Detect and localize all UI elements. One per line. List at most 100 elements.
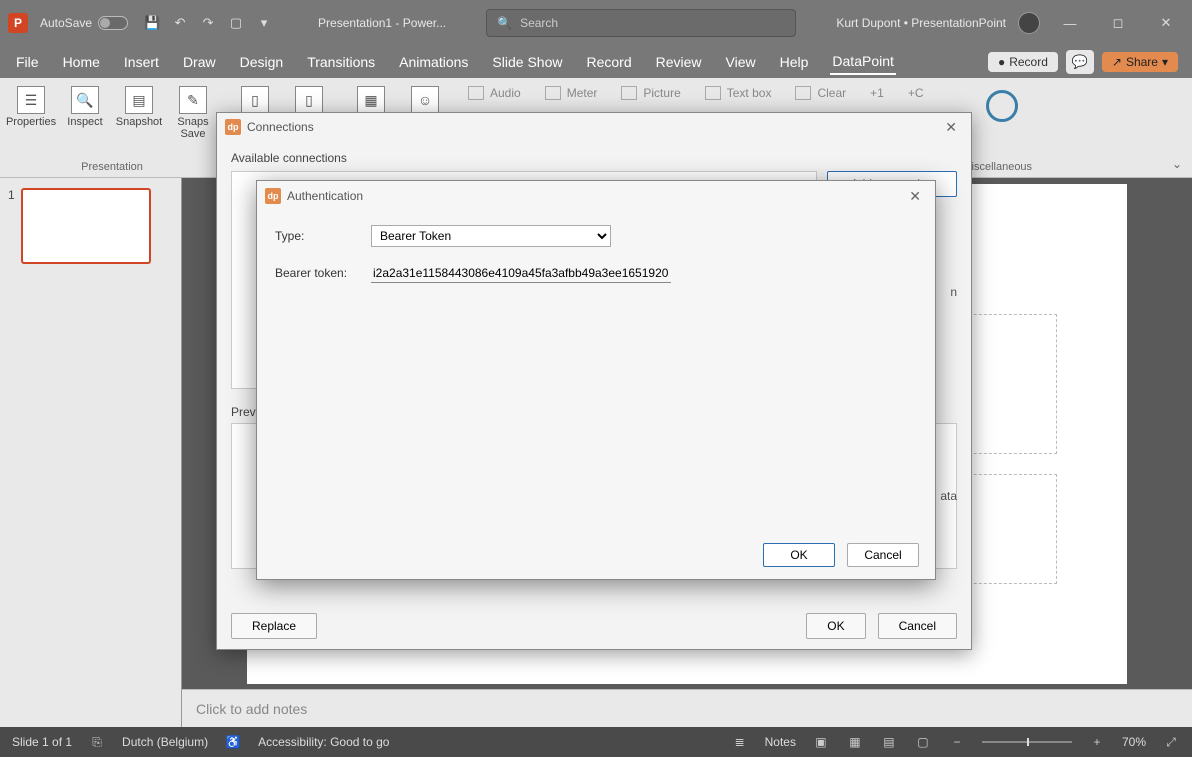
inspect-icon: 🔍 <box>71 86 99 114</box>
normal-view-icon[interactable]: ▣ <box>812 735 830 749</box>
record-button[interactable]: ● Record <box>988 52 1058 72</box>
close-button[interactable]: ✕ <box>1148 8 1184 38</box>
title-bar: P AutoSave 💾 ↶ ↷ ▢ ▾ Presentation1 - Pow… <box>0 0 1192 46</box>
misc-label: iscellaneous <box>972 161 1033 175</box>
plus1-button[interactable]: +1 <box>866 84 888 102</box>
notes-icon[interactable]: ≣ <box>731 735 749 749</box>
save-icon[interactable]: 💾 <box>142 14 162 32</box>
tab-datapoint[interactable]: DataPoint <box>830 49 895 75</box>
inspect-button[interactable]: 🔍Inspect <box>60 82 110 144</box>
properties-button[interactable]: ☰Properties <box>6 82 56 144</box>
search-input[interactable]: 🔍 Search <box>486 9 796 37</box>
toggle-icon[interactable] <box>98 16 128 30</box>
tab-insert[interactable]: Insert <box>122 50 161 74</box>
zoom-value[interactable]: 70% <box>1122 735 1146 749</box>
dp-icon: dp <box>265 188 281 204</box>
audio-icon <box>468 86 484 100</box>
type-label: Type: <box>275 229 371 243</box>
replace-button[interactable]: Replace <box>231 613 317 639</box>
textbox-button[interactable]: Text box <box>701 84 776 102</box>
language-label[interactable]: Dutch (Belgium) <box>122 735 208 749</box>
avatar[interactable] <box>1018 12 1040 34</box>
person-icon: ☺ <box>411 86 439 114</box>
snapshot-save-button[interactable]: ✎Snaps Save <box>168 82 218 144</box>
clear-button[interactable]: Clear <box>791 84 850 102</box>
tab-home[interactable]: Home <box>61 50 102 74</box>
auth-title: Authentication <box>287 189 363 203</box>
accessibility-icon: ♿ <box>224 735 242 749</box>
auth-footer: OK Cancel <box>763 543 919 567</box>
spellcheck-icon[interactable]: ⎘ <box>88 735 106 750</box>
tab-draw[interactable]: Draw <box>181 50 218 74</box>
picture-button[interactable]: Picture <box>617 84 684 102</box>
share-button[interactable]: ↗ Share ▾ <box>1102 52 1178 72</box>
dp-icon: dp <box>225 119 241 135</box>
meter-button[interactable]: Meter <box>541 84 602 102</box>
powerpoint-icon: P <box>8 13 28 33</box>
properties-icon: ☰ <box>17 86 45 114</box>
auth-titlebar: dp Authentication ✕ <box>257 181 935 211</box>
zoom-in-icon[interactable]: + <box>1088 735 1106 749</box>
connections-cancel-button[interactable]: Cancel <box>878 613 957 639</box>
notes-toggle[interactable]: Notes <box>765 735 796 749</box>
authentication-dialog: dp Authentication ✕ Type: Bearer Token B… <box>256 180 936 580</box>
connections-title: Connections <box>247 120 314 134</box>
search-placeholder: Search <box>520 16 558 30</box>
zoom-slider[interactable] <box>982 741 1072 743</box>
auth-cancel-button[interactable]: Cancel <box>847 543 919 567</box>
sorter-view-icon[interactable]: ▦ <box>846 735 864 749</box>
connections-ok-button[interactable]: OK <box>806 613 865 639</box>
connections-footer: Replace OK Cancel <box>231 613 957 639</box>
auth-close-icon[interactable]: ✕ <box>903 186 927 207</box>
minimize-button[interactable]: — <box>1052 8 1088 38</box>
type-select[interactable]: Bearer Token <box>371 225 611 247</box>
snapshot-save-icon: ✎ <box>179 86 207 114</box>
redo-icon[interactable]: ↷ <box>198 14 218 32</box>
layout-icon: ▦ <box>357 86 385 114</box>
plusc-button[interactable]: +C <box>904 84 928 102</box>
status-bar: Slide 1 of 1 ⎘ Dutch (Belgium) ♿ Accessi… <box>0 727 1192 757</box>
tab-record[interactable]: Record <box>584 50 633 74</box>
thumbnail-panel: 1 <box>0 178 182 727</box>
token-label: Bearer token: <box>275 266 371 280</box>
fit-icon[interactable]: ⤢ <box>1162 735 1180 750</box>
tab-view[interactable]: View <box>724 50 758 74</box>
document-title: Presentation1 - Power... <box>318 16 446 30</box>
doc-icon: ▯ <box>295 86 323 114</box>
tab-transitions[interactable]: Transitions <box>305 50 377 74</box>
autosave-label: AutoSave <box>40 16 92 30</box>
undo-icon[interactable]: ↶ <box>170 14 190 32</box>
tab-file[interactable]: File <box>14 50 41 74</box>
tab-animations[interactable]: Animations <box>397 50 470 74</box>
tab-help[interactable]: Help <box>778 50 811 74</box>
maximize-button[interactable]: ◻ <box>1100 8 1136 38</box>
audio-button[interactable]: Audio <box>464 84 525 102</box>
snapshot-button[interactable]: ▤Snapshot <box>114 82 164 144</box>
doc-icon: ▯ <box>241 86 269 114</box>
connections-close-icon[interactable]: ✕ <box>939 117 963 138</box>
user-label: Kurt Dupont • PresentationPoint <box>836 16 1006 30</box>
auth-ok-button[interactable]: OK <box>763 543 835 567</box>
accessibility-label[interactable]: Accessibility: Good to go <box>258 735 389 749</box>
slideshow-view-icon[interactable]: ▢ <box>914 735 932 749</box>
meter-icon <box>545 86 561 100</box>
zoom-out-icon[interactable]: − <box>948 735 966 749</box>
tab-slideshow[interactable]: Slide Show <box>490 50 564 74</box>
slide-thumbnail[interactable] <box>21 188 151 264</box>
collapse-ribbon-icon[interactable]: ⌄ <box>1172 157 1182 171</box>
textbox-icon <box>705 86 721 100</box>
autosave-toggle[interactable]: AutoSave <box>40 16 128 30</box>
comments-button[interactable]: 💬 <box>1066 50 1094 74</box>
clear-icon <box>795 86 811 100</box>
notes-pane[interactable]: Click to add notes <box>182 689 1192 727</box>
present-icon[interactable]: ▢ <box>226 14 246 32</box>
snapshot-icon: ▤ <box>125 86 153 114</box>
circle-icon[interactable] <box>986 90 1018 122</box>
qat-more-icon[interactable]: ▾ <box>254 14 274 32</box>
tab-review[interactable]: Review <box>654 50 704 74</box>
tab-design[interactable]: Design <box>238 50 286 74</box>
menu-bar: File Home Insert Draw Design Transitions… <box>0 46 1192 78</box>
group-misc: iscellaneous <box>966 78 1039 177</box>
reading-view-icon[interactable]: ▤ <box>880 735 898 749</box>
token-input[interactable] <box>371 263 671 283</box>
